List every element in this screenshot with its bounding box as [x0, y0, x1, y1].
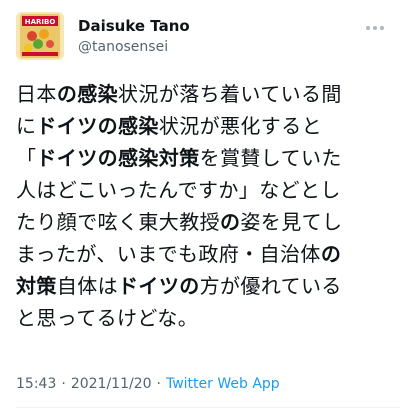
tweet-text-line: 日本の感染状況が落ち着いている間: [16, 78, 386, 110]
tweet-date[interactable]: 2021/11/20: [71, 376, 152, 392]
candy-bag-avatar-icon: HARIBO: [16, 12, 64, 60]
tweet-text-segment: に: [16, 114, 37, 138]
tweet-text-segment: 状況が落ち着いている間: [118, 82, 342, 106]
tweet-text-bold-segment: の: [220, 210, 241, 234]
tweet: HARIBO Daisuke Tano @tanosensei 日本の感染状況が…: [0, 0, 400, 413]
tweet-text-line: にドイツの感染状況が悪化すると: [16, 110, 386, 142]
tweet-meta: 15:43 · 2021/11/20 · Twitter Web App: [16, 376, 280, 392]
tweet-text-line: 対策自体はドイツの方が優れている: [16, 270, 386, 302]
tweet-text-segment: 日本: [16, 82, 57, 106]
tweet-time[interactable]: 15:43: [16, 376, 56, 392]
tweet-text-line: 「ドイツの感染対策を賞賛していた: [16, 142, 386, 174]
tweet-text-segment: たり顔で呟く東大教授: [16, 210, 220, 234]
tweet-text-line: まったが、いまでも政府・自治体の: [16, 238, 386, 270]
tweet-text-segment: を賞賛していた: [199, 146, 342, 170]
tweet-text-bold-segment: の感染: [56, 82, 119, 106]
tweet-text-segment: 自体は: [56, 274, 119, 298]
tweet-text-line: 人はどこいったんですか」などとし: [16, 174, 386, 206]
meta-separator-2: ·: [156, 376, 161, 392]
tweet-text-line: たり顔で呟く東大教授の姿を見てし: [16, 206, 386, 238]
tweet-text-segment: 「: [16, 146, 37, 170]
more-dots-icon[interactable]: [364, 20, 386, 34]
user-handle[interactable]: @tanosensei: [78, 39, 168, 55]
tweet-header: HARIBO Daisuke Tano @tanosensei: [16, 12, 386, 60]
tweet-text-bold-segment: の: [320, 242, 342, 266]
tweet-text-bold-segment: ドイツの: [118, 274, 200, 298]
tweet-text-segment: と思ってるけどな。: [16, 306, 199, 330]
tweet-text-segment: 状況が悪化すると: [158, 114, 323, 138]
tweet-text-segment: 姿を見てし: [240, 210, 343, 234]
avatar-brand-text: HARIBO: [25, 18, 56, 26]
tweet-text-segment: 人はどこいったんですか」などとし: [16, 178, 341, 202]
tweet-text-bold-segment: ドイツの感染対策: [36, 146, 200, 170]
display-name[interactable]: Daisuke Tano: [78, 17, 190, 35]
tweet-source-app[interactable]: Twitter Web App: [166, 376, 280, 392]
tweet-text-bold-segment: ドイツの感染: [36, 114, 159, 138]
tweet-text-segment: まったが、いまでも政府・自治体: [16, 242, 321, 266]
tweet-text-segment: 方が優れている: [199, 274, 342, 298]
divider: [16, 407, 400, 408]
meta-separator: ·: [61, 376, 66, 392]
tweet-text-line: と思ってるけどな。: [16, 302, 386, 334]
avatar[interactable]: HARIBO: [16, 12, 64, 60]
tweet-text-bold-segment: 対策: [16, 274, 57, 298]
tweet-text: 日本の感染状況が落ち着いている間 にドイツの感染状況が悪化すると 「ドイツの感染対策…: [16, 78, 386, 334]
